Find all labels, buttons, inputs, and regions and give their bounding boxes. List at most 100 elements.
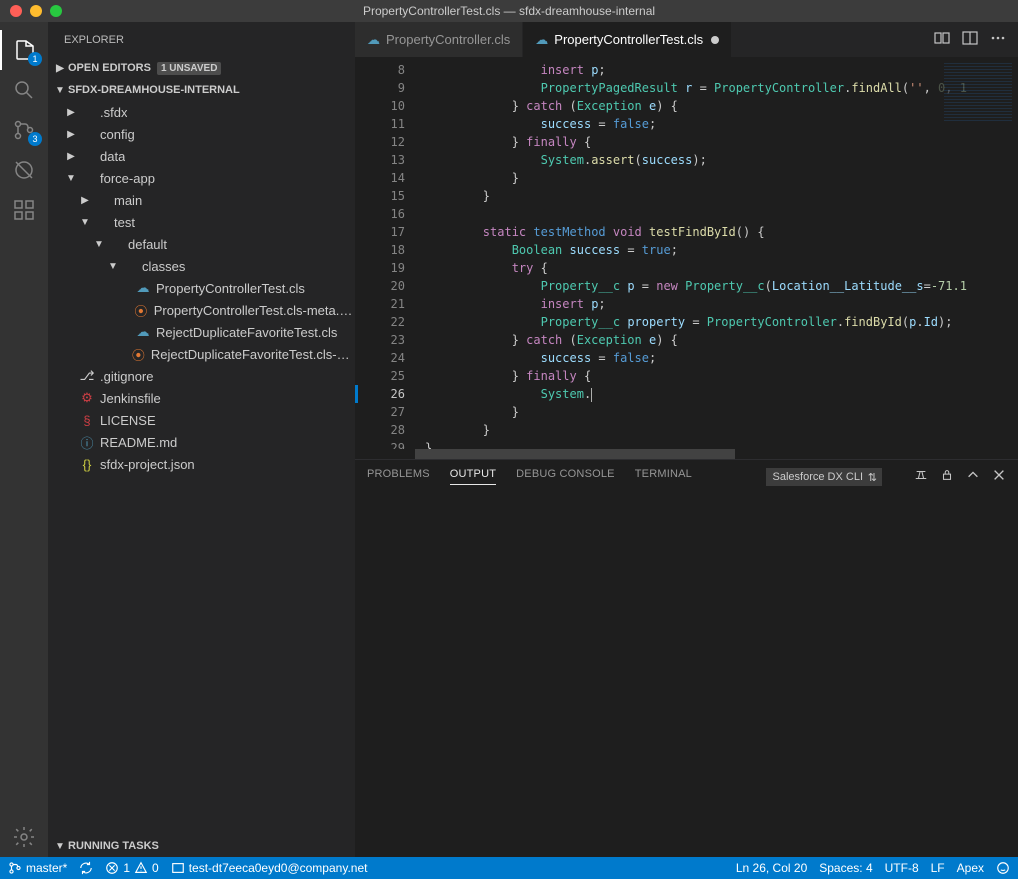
- extensions-icon[interactable]: [0, 190, 48, 230]
- file-tree: ▶.sfdx▶config▶data▼force-app▶main▼test▼d…: [48, 101, 355, 475]
- window-title: PropertyControllerTest.cls — sfdx-dreamh…: [0, 4, 1018, 18]
- warning-count: 0: [152, 861, 159, 875]
- tab-label: PropertyControllerTest.cls: [554, 32, 703, 47]
- file-type-icon: ⓘ: [78, 433, 96, 452]
- file-type-icon: ☁: [134, 280, 152, 296]
- project-section[interactable]: ▼ SFDX-DREAMHOUSE-INTERNAL: [48, 79, 355, 101]
- explorer-icon[interactable]: 1: [0, 30, 48, 70]
- file-name: RejectDuplicateFavoriteTest.cls: [156, 325, 337, 340]
- status-bar: master* 1 0 test-dt7eeca0eyd0@company.ne…: [0, 857, 1018, 879]
- file-name: data: [100, 149, 125, 164]
- title-bar: PropertyControllerTest.cls — sfdx-dreamh…: [0, 0, 1018, 22]
- code-content[interactable]: insert p; PropertyPagedResult r = Proper…: [425, 57, 1018, 449]
- language-mode[interactable]: Apex: [957, 861, 984, 875]
- file-type-icon: ⦿: [130, 345, 147, 364]
- code-editor[interactable]: 8910111213141516171819202122232425262728…: [355, 57, 1018, 449]
- indentation[interactable]: Spaces: 4: [819, 861, 872, 875]
- sidebar-title: EXPLORER: [48, 22, 355, 57]
- panel-tab-output[interactable]: OUTPUT: [450, 468, 496, 485]
- chevron-down-icon: ▼: [64, 173, 78, 184]
- file-name: RejectDuplicateFavoriteTest.cls-me...: [151, 347, 355, 362]
- sidebar: EXPLORER ▶ OPEN EDITORS 1 UNSAVED ▼ SFDX…: [48, 22, 355, 857]
- split-editor-icon[interactable]: [962, 30, 978, 49]
- running-tasks-section[interactable]: ▼ RUNNING TASKS: [48, 835, 355, 857]
- panel-body[interactable]: [355, 493, 1018, 857]
- file-item[interactable]: ⓘ README.md: [48, 431, 355, 453]
- chevron-right-icon: ▶: [64, 129, 78, 140]
- chevron-right-icon: ▶: [64, 107, 78, 118]
- file-item[interactable]: ⦿ RejectDuplicateFavoriteTest.cls-me...: [48, 343, 355, 365]
- open-editors-section[interactable]: ▶ OPEN EDITORS 1 UNSAVED: [48, 57, 355, 79]
- more-actions-icon[interactable]: [990, 30, 1006, 49]
- file-item[interactable]: ⦿PropertyControllerTest.cls-meta.xml: [48, 299, 355, 321]
- file-name: force-app: [100, 171, 155, 186]
- tab-label: PropertyController.cls: [386, 32, 510, 47]
- chevron-right-icon: ▶: [78, 195, 92, 206]
- explorer-badge: 1: [28, 52, 42, 66]
- panel-tabs: PROBLEMS OUTPUT DEBUG CONSOLE TERMINAL Sale…: [355, 460, 1018, 493]
- eol[interactable]: LF: [931, 861, 945, 875]
- settings-gear-icon[interactable]: [0, 817, 48, 857]
- file-type-icon: §: [78, 413, 96, 428]
- file-item[interactable]: {}sfdx-project.json: [48, 453, 355, 475]
- output-channel-select[interactable]: Salesforce DX CLI ⇅: [766, 468, 882, 486]
- clear-output-icon[interactable]: [914, 468, 928, 485]
- file-item[interactable]: ⎇.gitignore: [48, 365, 355, 387]
- file-name: LICENSE: [100, 413, 156, 428]
- line-numbers: 8910111213141516171819202122232425262728…: [355, 57, 425, 449]
- git-branch[interactable]: master*: [8, 861, 67, 875]
- folder-item[interactable]: ▼default: [48, 233, 355, 255]
- folder-item[interactable]: ▼ force-app: [48, 167, 355, 189]
- file-item[interactable]: ☁PropertyControllerTest.cls: [48, 277, 355, 299]
- encoding[interactable]: UTF-8: [885, 861, 919, 875]
- folder-item[interactable]: ▼test: [48, 211, 355, 233]
- chevron-down-icon: ▼: [92, 239, 106, 250]
- folder-item[interactable]: ▶data: [48, 145, 355, 167]
- file-name: Jenkinsfile: [100, 391, 161, 406]
- horizontal-scrollbar[interactable]: [355, 449, 1018, 459]
- file-type-icon: ⚙: [78, 390, 96, 406]
- file-type-icon: ☁: [134, 324, 152, 340]
- cloud-icon: ☁: [367, 32, 380, 48]
- org-indicator[interactable]: test-dt7eeca0eyd0@company.net: [171, 861, 368, 875]
- file-name: classes: [142, 259, 185, 274]
- cloud-icon: ☁: [535, 32, 548, 48]
- file-item[interactable]: § LICENSE: [48, 409, 355, 431]
- source-control-icon[interactable]: 3: [0, 110, 48, 150]
- compare-changes-icon[interactable]: [934, 30, 950, 49]
- panel-chevron-up-icon[interactable]: [966, 468, 980, 485]
- folder-item[interactable]: ▶ .sfdx: [48, 101, 355, 123]
- panel-close-icon[interactable]: [992, 468, 1006, 485]
- chevron-down-icon: ▼: [78, 217, 92, 228]
- debug-icon[interactable]: [0, 150, 48, 190]
- editor-actions: [922, 22, 1018, 57]
- activity-bar: 1 3: [0, 22, 48, 857]
- dirty-indicator-icon: [711, 36, 719, 44]
- minimap[interactable]: [938, 57, 1018, 177]
- feedback-icon[interactable]: [996, 861, 1010, 875]
- panel-tab-terminal[interactable]: TERMINAL: [635, 468, 692, 485]
- panel-tab-problems[interactable]: PROBLEMS: [367, 468, 430, 485]
- file-type-icon: {}: [78, 457, 96, 472]
- running-tasks-label: RUNNING TASKS: [68, 840, 159, 852]
- folder-item[interactable]: ▼classes: [48, 255, 355, 277]
- cursor-position[interactable]: Ln 26, Col 20: [736, 861, 807, 875]
- file-item[interactable]: ☁ RejectDuplicateFavoriteTest.cls: [48, 321, 355, 343]
- editor-tab[interactable]: ☁ PropertyControllerTest.cls: [523, 22, 732, 57]
- folder-item[interactable]: ▶main: [48, 189, 355, 211]
- file-name: README.md: [100, 435, 177, 450]
- org-name: test-dt7eeca0eyd0@company.net: [189, 861, 368, 875]
- branch-name: master*: [26, 861, 67, 875]
- scm-badge: 3: [28, 132, 42, 146]
- lock-scroll-icon[interactable]: [940, 468, 954, 485]
- panel-tab-debug-console[interactable]: DEBUG CONSOLE: [516, 468, 615, 485]
- file-name: .sfdx: [100, 105, 127, 120]
- search-icon[interactable]: [0, 70, 48, 110]
- text-cursor: [591, 388, 592, 402]
- folder-item[interactable]: ▶config: [48, 123, 355, 145]
- chevron-updown-icon: ⇅: [868, 471, 877, 484]
- problems-status[interactable]: 1 0: [105, 861, 158, 875]
- editor-tab[interactable]: ☁ PropertyController.cls: [355, 22, 523, 57]
- sync-button[interactable]: [79, 861, 93, 875]
- file-item[interactable]: ⚙ Jenkinsfile: [48, 387, 355, 409]
